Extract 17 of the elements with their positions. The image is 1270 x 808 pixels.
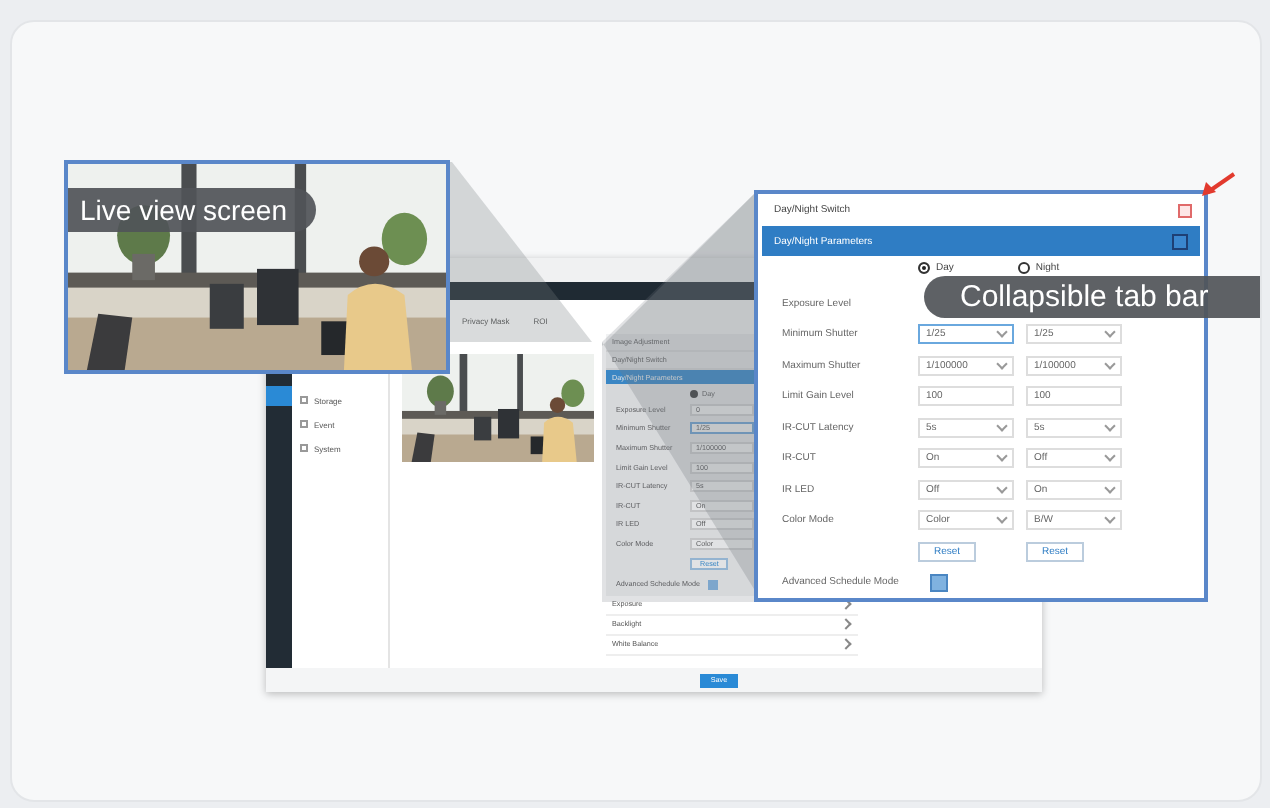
callout-label: Collapsible tab bar (924, 276, 1260, 318)
checkbox[interactable] (707, 579, 718, 590)
caret-icon (1104, 326, 1116, 339)
radio-button[interactable] (918, 262, 930, 274)
caret-icon (1104, 512, 1116, 525)
caret-icon (996, 326, 1008, 339)
caret-icon (996, 450, 1008, 463)
caret-icon (1104, 450, 1116, 463)
arrow-icon (1198, 172, 1238, 200)
radio-button[interactable] (690, 390, 698, 398)
menu-icon (300, 444, 308, 452)
close-icon[interactable] (1178, 203, 1192, 217)
menu-icon (300, 396, 308, 404)
radio-button[interactable] (1017, 262, 1030, 274)
caret-icon (996, 512, 1008, 525)
collapse-icon[interactable] (1172, 233, 1188, 249)
menu-icon (300, 420, 308, 428)
